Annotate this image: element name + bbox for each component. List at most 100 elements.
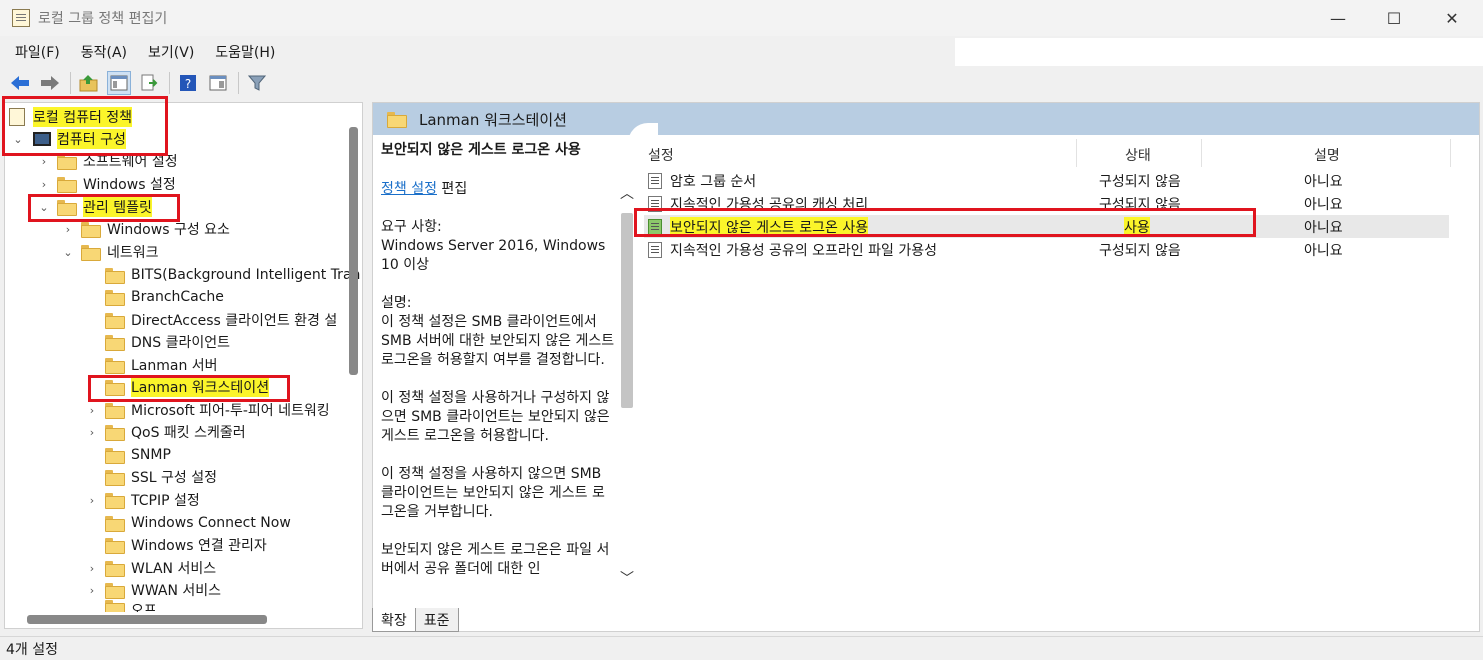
folder-icon [105,290,125,306]
tree-item-wlan-service[interactable]: › WLAN 서비스 [85,557,216,579]
column-header-comment[interactable]: 설명 [1314,145,1340,165]
tree-item-label: Windows Connect Now [131,515,291,531]
chevron-right-icon[interactable]: › [85,562,99,575]
policy-editor-app-icon [12,9,30,27]
tree-item-label: Windows 연결 관리자 [131,538,267,554]
folder-icon [105,561,125,577]
close-button[interactable]: ✕ [1429,0,1475,36]
column-divider[interactable] [1450,139,1451,167]
details-pane: Lanman 워크스테이션 보안되지 않은 게스트 로그온 사용 정책 설정 편… [372,102,1480,632]
tab-standard[interactable]: 표준 [414,608,459,632]
chevron-right-icon[interactable]: › [61,223,75,236]
policy-row-comment: 아니요 [1304,197,1343,213]
tree-item-label: Lanman 서버 [131,358,218,374]
folder-icon [105,313,125,329]
tree-vertical-scrollbar[interactable] [349,127,358,375]
policy-row-comment: 아니요 [1304,243,1343,259]
chevron-right-icon[interactable]: › [37,178,51,191]
help-icon[interactable]: ? [176,71,200,95]
tree-item-lanman-server[interactable]: Lanman 서버 [85,354,218,376]
tree-item-windows-settings[interactable]: › Windows 설정 [37,173,176,195]
tree-item-ssl-config[interactable]: SSL 구성 설정 [85,466,217,488]
minimize-button[interactable]: — [1315,0,1361,36]
tree-item-bits[interactable]: BITS(Background Intelligent Tran [85,264,360,286]
folder-icon [105,448,125,464]
edit-policy-line: 정책 설정 편집 [381,180,616,199]
menu-action[interactable]: 동작(A) [81,42,127,62]
show-hide-tree-icon[interactable] [107,71,131,95]
tree-horizontal-scrollbar[interactable] [27,615,267,624]
tree-item-windows-connection-manager[interactable]: Windows 연결 관리자 [85,534,267,556]
tree-item-label: 오프 [131,603,157,612]
menu-view[interactable]: 보기(V) [148,42,194,62]
policy-description-panel: 보안되지 않은 게스트 로그온 사용 정책 설정 편집 요구 사항: Windo… [381,141,616,598]
forward-arrow-icon[interactable] [38,71,62,95]
tree-item-wwan-service[interactable]: › WWAN 서비스 [85,579,221,601]
up-folder-icon[interactable] [77,71,101,95]
svg-text:?: ? [185,77,191,91]
tree-pane[interactable]: 로컬 컴퓨터 정책 ⌄ 컴퓨터 구성 › 소프트웨어 설정 › Windows … [4,102,363,629]
column-divider[interactable] [1201,139,1202,167]
details-header: Lanman 워크스테이션 [373,103,1479,135]
maximize-button[interactable]: ☐ [1371,0,1417,36]
status-text: 4개 설정 [6,641,58,658]
menu-file[interactable]: 파일(F) [15,42,60,62]
description-label: 설명: [381,295,412,311]
tree-item-windows-connect-now[interactable]: Windows Connect Now [85,512,291,534]
chevron-right-icon[interactable]: › [85,426,99,439]
menu-bar-blank-area [955,38,1483,66]
tree-item-snmp[interactable]: SNMP [85,444,171,466]
tree-item-directaccess[interactable]: DirectAccess 클라이언트 환경 설 [85,309,337,331]
tree-item-offline[interactable]: 오프 [85,600,157,612]
tree-item-network[interactable]: ⌄ 네트워크 [61,241,159,263]
export-list-icon[interactable] [137,71,161,95]
edit-policy-link[interactable]: 정책 설정 [381,181,437,197]
folder-icon [105,493,125,509]
tree-item-label: Windows 설정 [83,177,176,193]
column-header-state[interactable]: 상태 [1125,145,1151,165]
tab-extended[interactable]: 확장 [372,608,416,632]
tree-item-label: QoS 패킷 스케줄러 [131,425,246,441]
tree-item-label: DNS 클라이언트 [131,335,230,351]
tree-item-branchcache[interactable]: BranchCache [85,286,224,308]
folder-icon [105,583,125,599]
chevron-right-icon[interactable]: › [85,584,99,597]
title-bar: 로컬 그룹 정책 편집기 — ☐ ✕ [0,0,1483,36]
chevron-down-icon[interactable]: ⌄ [61,246,75,259]
folder-icon [105,425,125,441]
description-paragraph-3: 이 정책 설정을 사용하지 않으면 SMB 클라이언트는 보안되지 않은 게스트… [381,466,605,520]
tree-item-label: Windows 구성 요소 [107,222,230,238]
tree-item-p2p-networking[interactable]: › Microsoft 피어-투-피어 네트워킹 [85,399,330,421]
column-header-setting[interactable]: 설정 [648,145,674,165]
tree-item-label: Microsoft 피어-투-피어 네트워킹 [131,403,330,419]
folder-icon [81,222,101,238]
filter-icon[interactable] [245,71,269,95]
tree-item-label: BITS(Background Intelligent Tran [131,267,361,283]
scroll-down-icon[interactable]: ﹀ [619,568,635,588]
policy-row[interactable]: 지속적인 가용성 공유의 오프라인 파일 가용성 구성되지 않음 아니요 [644,238,1449,261]
folder-icon [105,268,125,284]
tree-item-qos[interactable]: › QoS 패킷 스케줄러 [85,421,246,443]
description-scroll-thumb[interactable] [621,213,633,408]
policy-row[interactable]: 암호 그룹 순서 구성되지 않음 아니요 [644,169,1449,192]
scroll-up-icon[interactable]: ︿ [619,183,635,203]
annotation-box-admin-templates [28,194,180,222]
folder-icon [105,516,125,532]
console-view-icon[interactable] [206,71,230,95]
policy-row-name: 지속적인 가용성 공유의 오프라인 파일 가용성 [670,243,937,259]
column-divider[interactable] [1076,139,1077,167]
chevron-right-icon[interactable]: › [85,404,99,417]
folder-icon [105,600,125,612]
menu-help[interactable]: 도움말(H) [215,42,275,62]
back-arrow-icon[interactable] [8,71,32,95]
policy-row-name: 암호 그룹 순서 [670,174,757,190]
policy-setting-icon [648,242,662,258]
requirements-value: Windows Server 2016, Windows 10 이상 [381,238,606,273]
chevron-right-icon[interactable]: › [85,494,99,507]
chevron-right-icon[interactable]: › [37,155,51,168]
description-scrollbar[interactable]: ︿ ﹀ [619,173,635,613]
description-paragraph-1: 이 정책 설정은 SMB 클라이언트에서 SMB 서버에 대한 보안되지 않은 … [381,314,615,368]
tree-item-tcpip[interactable]: › TCPIP 설정 [85,489,200,511]
tree-item-dns-client[interactable]: DNS 클라이언트 [85,331,230,353]
annotation-box-lanman-workstation [88,375,290,402]
